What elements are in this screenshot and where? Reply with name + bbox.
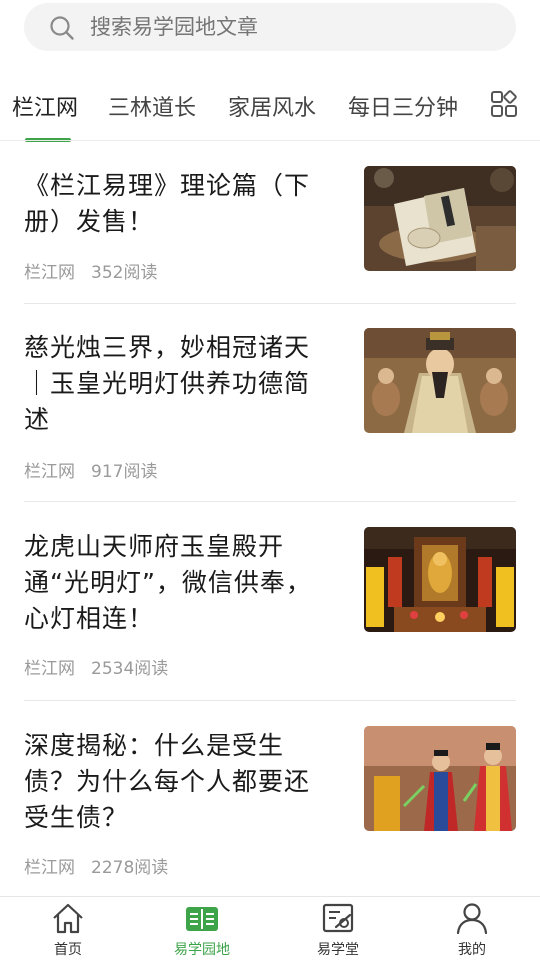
category-tabs: 栏江网 三林道长 家居风水 每日三分钟 — [0, 80, 540, 142]
article-item[interactable]: 深度揭秘：什么是受生债？为什么每个人都要还受生债？ 栏江网 2278阅读 — [24, 726, 516, 888]
article-meta: 栏江网 352阅读 — [24, 258, 157, 283]
article-meta: 栏江网 2278阅读 — [24, 853, 168, 878]
tabs-divider — [0, 140, 540, 141]
nav-yixue-classroom[interactable]: 易学堂 — [288, 901, 388, 960]
article-item[interactable]: 《栏江易理》理论篇（下册）发售！ 栏江网 352阅读 — [24, 166, 516, 288]
nav-label: 首页 — [54, 942, 82, 958]
article-source: 栏江网 — [24, 462, 75, 482]
tab-home-fengshui[interactable]: 家居风水 — [228, 90, 316, 122]
nav-label: 易学园地 — [174, 942, 230, 958]
article-item[interactable]: 龙虎山天师府玉皇殿开通“光明灯”，微信供奉，心灯相连！ 栏江网 2534阅读 — [24, 527, 516, 689]
article-thumbnail[interactable] — [364, 726, 516, 831]
book-list-icon — [186, 907, 218, 931]
article-meta: 栏江网 2534阅读 — [24, 654, 168, 679]
divider — [24, 303, 516, 304]
nav-mine[interactable]: 我的 — [422, 901, 522, 960]
article-title[interactable]: 深度揭秘：什么是受生债？为什么每个人都要还受生债？ — [24, 728, 334, 836]
article-source: 栏江网 — [24, 659, 75, 679]
nav-home[interactable]: 首页 — [18, 901, 118, 960]
book-photo — [364, 166, 516, 271]
tab-sanlin-daozhang[interactable]: 三林道长 — [108, 90, 196, 122]
article-item[interactable]: 慈光烛三界，妙相冠诸天｜玉皇光明灯供养功德简述 栏江网 917阅读 — [24, 328, 516, 490]
divider — [24, 700, 516, 701]
home-icon — [53, 903, 83, 934]
article-title[interactable]: 龙虎山天师府玉皇殿开通“光明灯”，微信供奉，心灯相连！ — [24, 529, 334, 637]
divider — [24, 501, 516, 502]
grid-icon[interactable] — [490, 90, 518, 118]
priests-ritual-photo — [364, 726, 516, 831]
user-icon — [456, 903, 488, 935]
search-icon — [50, 16, 74, 40]
nav-label: 易学堂 — [317, 942, 359, 958]
article-thumbnail[interactable] — [364, 527, 516, 632]
article-source: 栏江网 — [24, 263, 75, 283]
nav-label: 我的 — [458, 942, 486, 958]
article-views: 917阅读 — [91, 462, 158, 482]
article-thumbnail[interactable] — [364, 166, 516, 271]
classroom-icon — [322, 903, 354, 933]
search-bar[interactable] — [24, 3, 516, 51]
article-source: 栏江网 — [24, 858, 75, 878]
article-views: 2278阅读 — [91, 858, 169, 878]
article-title[interactable]: 《栏江易理》理论篇（下册）发售！ — [24, 168, 334, 240]
tab-daily-three-minutes[interactable]: 每日三分钟 — [348, 90, 458, 122]
jade-emperor-painting — [364, 328, 516, 433]
temple-hall-photo — [364, 527, 516, 632]
tab-lanjiang[interactable]: 栏江网 — [12, 90, 78, 122]
article-meta: 栏江网 917阅读 — [24, 457, 157, 482]
article-views: 2534阅读 — [91, 659, 169, 679]
search-input[interactable] — [90, 3, 490, 51]
bottom-navigation: 首页 易学园地 易学堂 我的 — [0, 896, 540, 960]
article-thumbnail[interactable] — [364, 328, 516, 433]
article-title[interactable]: 慈光烛三界，妙相冠诸天｜玉皇光明灯供养功德简述 — [24, 330, 334, 438]
article-views: 352阅读 — [91, 263, 158, 283]
nav-yixue-garden[interactable]: 易学园地 — [152, 901, 252, 960]
